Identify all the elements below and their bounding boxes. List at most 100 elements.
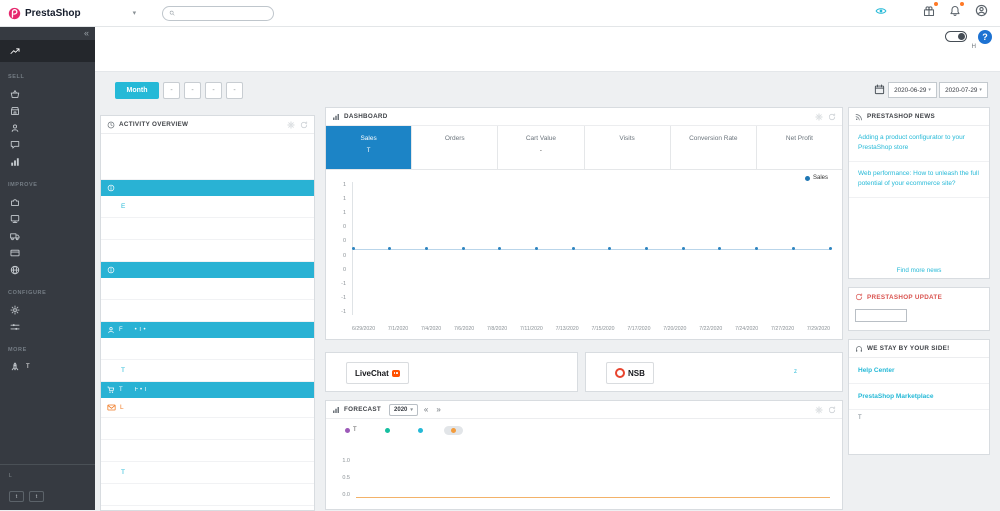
x-axis-tick: 6/29/2020: [352, 326, 376, 332]
news-item[interactable]: Adding a product configurator to your Pr…: [849, 126, 989, 162]
globe-icon: [10, 265, 20, 275]
dashboard-tab-visits[interactable]: Visits: [585, 126, 671, 169]
tab-label: Orders: [444, 135, 465, 142]
tab-label: Sales: [360, 135, 377, 142]
sidebar-item-dashboard[interactable]: [0, 40, 95, 62]
sidebar-item-shop-parameters[interactable]: [0, 301, 95, 318]
legend-dot-icon: [384, 427, 390, 433]
view-shop-button[interactable]: [875, 4, 887, 22]
sidebar-item-customers[interactable]: [0, 119, 95, 136]
panel-refresh-icon[interactable]: [828, 113, 836, 121]
news-item[interactable]: Web performance: How to unleash the full…: [849, 162, 989, 198]
sidebar-section-label: MORE: [8, 347, 27, 353]
y-axis-tick: 1: [342, 210, 346, 217]
forecast-legend-item-1[interactable]: T: [338, 425, 364, 435]
sales-data-point: [608, 247, 612, 250]
forecast-panel: FORECAST 2020 ▾ « » T 1.0 0.5 0.0: [325, 400, 843, 510]
panel-refresh-icon[interactable]: [828, 406, 836, 414]
range-button-3[interactable]: -: [205, 82, 222, 99]
update-input[interactable]: [855, 309, 907, 322]
sidebar-item-modules[interactable]: [0, 193, 95, 210]
range-button-4[interactable]: -: [226, 82, 243, 99]
top-navigation-bar: PrestaShop ▾: [0, 0, 1000, 27]
sales-data-point: [718, 247, 722, 250]
activity-link[interactable]: T: [101, 360, 314, 382]
dashboard-tab-conversion-rate[interactable]: Conversion Rate: [671, 126, 757, 169]
activity-link[interactable]: E: [101, 196, 314, 218]
activity-link[interactable]: T: [101, 462, 314, 484]
date-from-field[interactable]: 2020-06-29 ▾: [888, 82, 937, 98]
activity-mail-row: L: [101, 398, 314, 418]
forecast-next-button[interactable]: »: [434, 405, 442, 414]
date-to-field[interactable]: 2020-07-29 ▾: [939, 82, 988, 98]
livechat-panel: LiveChat: [325, 352, 578, 392]
forecast-legend-item-2[interactable]: [378, 426, 397, 435]
forecast-legend-item-3[interactable]: [411, 426, 430, 435]
calendar-icon[interactable]: [874, 84, 885, 95]
sales-data-point: [571, 247, 575, 250]
marketplace-link[interactable]: PrestaShop Marketplace: [849, 384, 989, 410]
help-label: H: [971, 44, 976, 50]
panel-settings-gear-icon[interactable]: [815, 112, 823, 121]
forecast-year-button[interactable]: 2020 ▾: [389, 403, 418, 416]
panel-settings-gear-icon[interactable]: [287, 120, 295, 129]
eye-icon: [875, 5, 887, 17]
x-axis-tick: 7/24/2020: [735, 326, 759, 332]
sidebar-collapse-button[interactable]: «: [84, 28, 89, 38]
sales-data-point: [755, 247, 759, 250]
sidebar-footer-button-2[interactable]: t: [29, 491, 44, 502]
dashboard-tab-cart-value[interactable]: Cart Value -: [498, 126, 585, 169]
shop-dropdown-caret-icon[interactable]: ▾: [133, 9, 137, 17]
sales-data-point: [351, 247, 355, 250]
panel-refresh-icon[interactable]: [300, 121, 308, 129]
activity-group-title: F: [119, 327, 123, 333]
livechat-logo[interactable]: LiveChat: [346, 362, 409, 384]
help-center-link[interactable]: Help Center: [849, 358, 989, 384]
prestashop-news-panel: PRESTASHOP NEWS Adding a product configu…: [848, 107, 990, 279]
sidebar-item-stats[interactable]: [0, 153, 95, 170]
sidebar-item-customer-service[interactable]: [0, 136, 95, 153]
nsb-link[interactable]: z: [794, 369, 797, 375]
notifications-button[interactable]: [949, 1, 965, 22]
tab-label: Cart Value: [525, 135, 557, 142]
nsb-brand-text: NSB: [628, 368, 645, 378]
nsb-logo[interactable]: NSB: [606, 362, 654, 384]
sales-data-point: [645, 247, 649, 250]
sidebar-item-international[interactable]: [0, 261, 95, 278]
search-box[interactable]: [162, 5, 275, 21]
store-icon: [10, 106, 20, 116]
display-toggle[interactable]: [945, 31, 967, 42]
activity-spacer: [101, 134, 314, 180]
y-axis-tick: -1: [341, 308, 346, 315]
y-axis-tick: 0.0: [342, 492, 350, 498]
dashboard-tab-orders[interactable]: Orders: [412, 126, 499, 169]
panel-settings-gear-icon[interactable]: [815, 405, 823, 414]
sidebar-item-design[interactable]: [0, 210, 95, 227]
dashboard-tab-sales[interactable]: Sales T: [326, 126, 413, 169]
sidebar-item-payment[interactable]: [0, 244, 95, 261]
prestashop-logo[interactable]: PrestaShop: [8, 7, 81, 20]
cart-icon: [107, 386, 115, 394]
range-button-1[interactable]: -: [163, 82, 180, 99]
find-more-news-link[interactable]: Find more news: [849, 262, 989, 278]
help-button[interactable]: ?: [978, 30, 992, 44]
forecast-y-axis-labels: 1.0 0.5 0.0: [334, 458, 350, 498]
gift-notifications-button[interactable]: [923, 1, 939, 22]
sidebar-item-catalog[interactable]: [0, 102, 95, 119]
range-button-2[interactable]: -: [184, 82, 201, 99]
sidebar-footer-button-1[interactable]: t: [9, 491, 24, 502]
monitor-icon: [10, 214, 20, 224]
sales-data-point: [791, 247, 795, 250]
panel-title: PRESTASHOP UPDATE: [867, 293, 943, 301]
sidebar-item-advanced-parameters[interactable]: [0, 318, 95, 335]
forecast-prev-button[interactable]: «: [422, 405, 430, 414]
activity-group-sub: F • T: [134, 387, 148, 393]
sidebar-item-orders[interactable]: [0, 85, 95, 102]
sidebar-item-modules-marketplace[interactable]: T: [0, 358, 95, 375]
dashboard-tab-net-profit[interactable]: Net Profit: [757, 126, 842, 169]
sidebar-item-shipping[interactable]: [0, 227, 95, 244]
month-range-button[interactable]: Month: [115, 82, 159, 99]
search-input[interactable]: [179, 9, 268, 17]
forecast-legend-item-4[interactable]: [443, 425, 463, 435]
account-menu-button[interactable]: [975, 4, 988, 22]
